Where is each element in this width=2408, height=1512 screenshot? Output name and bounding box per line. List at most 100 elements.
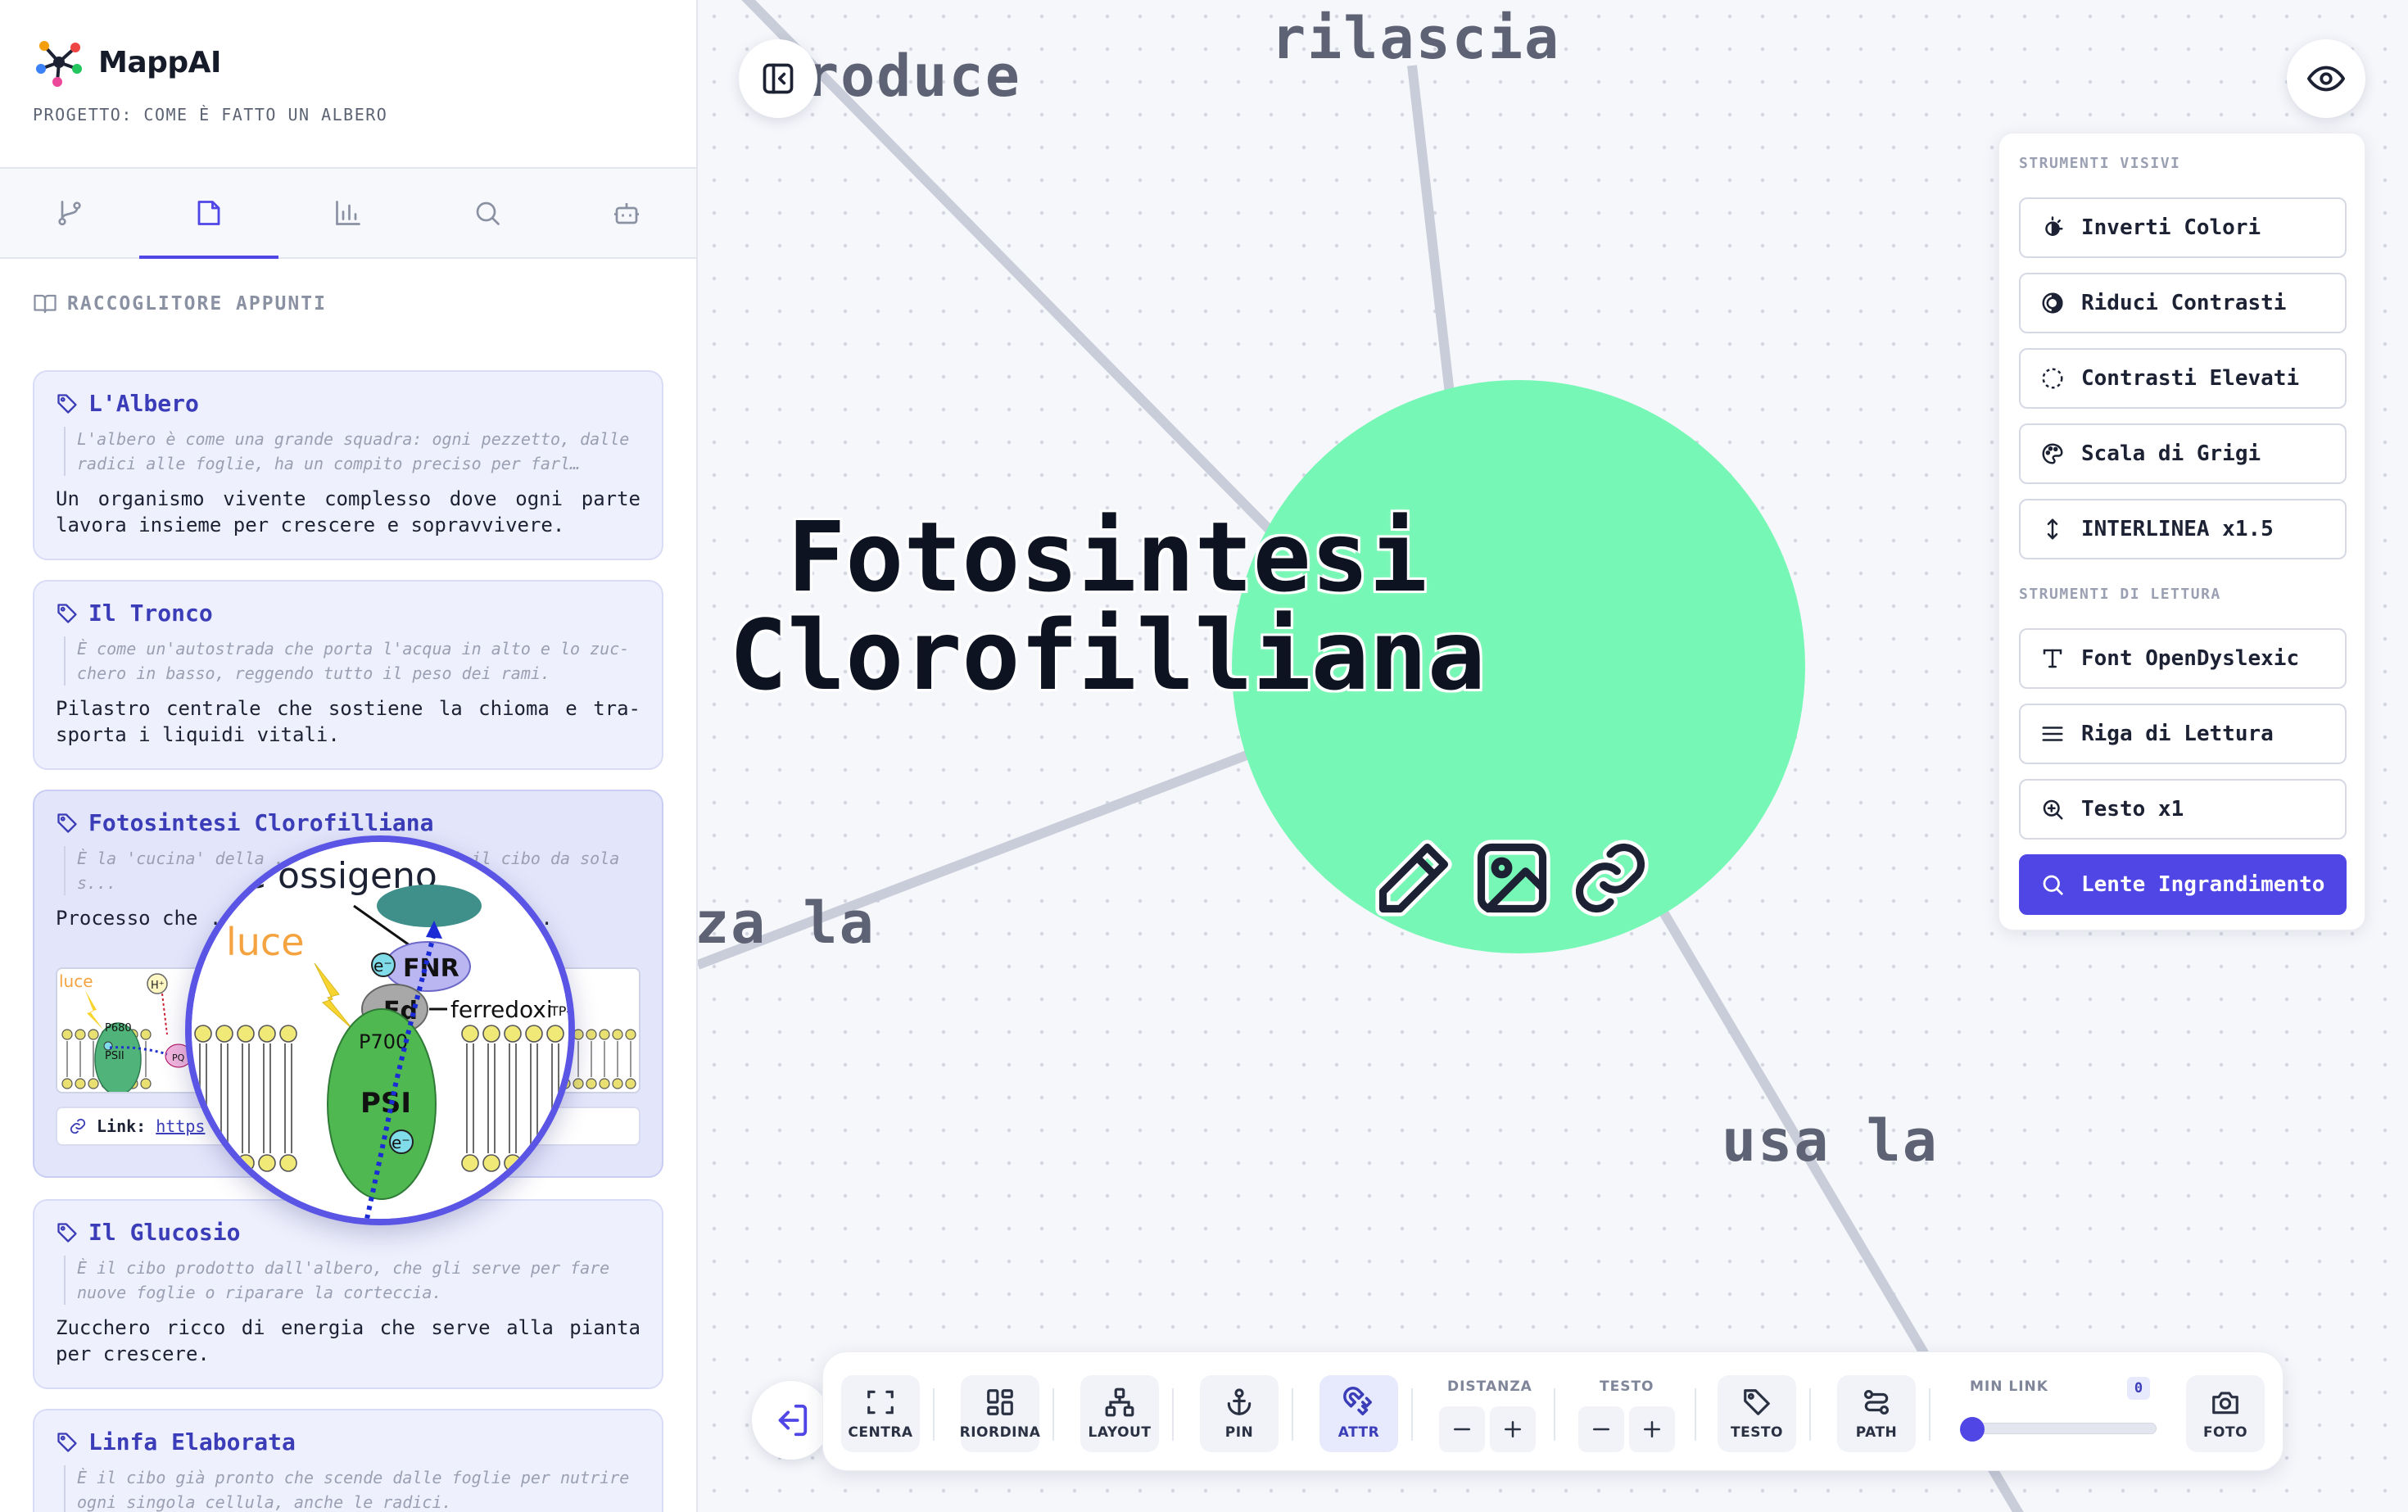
center-button[interactable]: CENTRA bbox=[841, 1375, 920, 1452]
line-height-button[interactable]: INTERLINEA x1.5 bbox=[2019, 499, 2347, 559]
reduce-contrast-button[interactable]: Riduci Contrasti bbox=[2019, 273, 2347, 333]
edge-label[interactable]: roduce bbox=[804, 43, 1021, 110]
text-decrease-button[interactable] bbox=[1578, 1406, 1624, 1452]
reading-tools-heading: STRUMENTI DI LETTURA bbox=[2019, 586, 2221, 603]
sidebar-tabs bbox=[0, 167, 696, 259]
type-icon bbox=[2043, 649, 2062, 668]
toolbar-divider bbox=[1929, 1388, 1930, 1441]
path-button[interactable]: PATH bbox=[1837, 1375, 1916, 1452]
note-card[interactable]: Il Glucosio È il cibo prodotto dall'albe… bbox=[33, 1199, 663, 1389]
grayscale-label: Scala di Grigi bbox=[2081, 441, 2261, 466]
note-quote: È come un'autostrada che porta l'acqua i… bbox=[64, 636, 640, 686]
photo-button[interactable]: FOTO bbox=[2186, 1375, 2265, 1452]
zoom-in-icon bbox=[2043, 799, 2063, 820]
anchor-icon bbox=[1227, 1388, 1252, 1415]
tab-map[interactable] bbox=[0, 169, 139, 257]
path-label: PATH bbox=[1855, 1424, 1898, 1441]
add-image-button[interactable] bbox=[1471, 832, 1553, 924]
magnified-electron-1: e⁻ bbox=[373, 956, 392, 976]
note-title: Linfa Elaborata bbox=[56, 1428, 640, 1455]
dashed-circle-icon bbox=[2042, 368, 2063, 389]
notes-section-label: RACCOGLITORE APPUNTI bbox=[67, 293, 327, 315]
invert-colors-label: Inverti Colori bbox=[2081, 215, 2261, 240]
accessibility-toggle-button[interactable] bbox=[2287, 39, 2365, 118]
light-label: luce bbox=[59, 971, 93, 991]
note-card[interactable]: Il Tronco È come un'autostrada che porta… bbox=[33, 580, 663, 770]
text-labels-button[interactable]: TESTO bbox=[1718, 1375, 1796, 1452]
log-in-icon bbox=[778, 1404, 808, 1437]
note-card[interactable]: L'Albero L'albero è come una grande squa… bbox=[33, 370, 663, 560]
eye-icon bbox=[2307, 66, 2345, 92]
reorder-button[interactable]: RIORDINA bbox=[960, 1375, 1040, 1452]
node-title[interactable]: Fotosintesi Clorofilliana bbox=[616, 508, 1599, 704]
exit-button[interactable] bbox=[752, 1381, 831, 1460]
note-quote: È il cibo già pronto che scende dalle fo… bbox=[64, 1465, 640, 1512]
magnified-light-text: luce bbox=[226, 920, 305, 964]
toolbar-divider bbox=[1292, 1388, 1293, 1441]
reading-line-button[interactable]: Riga di Lettura bbox=[2019, 704, 2347, 764]
magnified-electron-2: e⁻ bbox=[392, 1133, 410, 1152]
dyslexic-font-button[interactable]: Font OpenDyslexic bbox=[2019, 628, 2347, 689]
note-quote: È il cibo prodotto dall'albero, che gli … bbox=[64, 1256, 640, 1305]
text-size-group-label: TESTO bbox=[1600, 1378, 1654, 1395]
add-link-button[interactable] bbox=[1569, 832, 1651, 924]
text-increase-button[interactable] bbox=[1629, 1406, 1675, 1452]
notes-section-title: RACCOGLITORE APPUNTI bbox=[33, 292, 327, 316]
note-body: Pilastro centrale che sostiene la chioma… bbox=[56, 697, 640, 746]
link-url[interactable]: https bbox=[156, 1116, 205, 1136]
grayscale-button[interactable]: Scala di Grigi bbox=[2019, 423, 2347, 484]
tab-notes[interactable] bbox=[139, 169, 278, 259]
min-link-slider-thumb[interactable] bbox=[1960, 1417, 1985, 1442]
toolbar-divider bbox=[1052, 1388, 1054, 1441]
text-labels-label: TESTO bbox=[1730, 1424, 1783, 1441]
edge-label[interactable]: rilascia bbox=[1271, 5, 1560, 72]
pin-label: PIN bbox=[1224, 1424, 1254, 1441]
p680-label: P680 bbox=[105, 1022, 132, 1034]
node-title-line-2: Clorofilliana bbox=[729, 599, 1486, 712]
edit-node-button[interactable] bbox=[1373, 832, 1455, 924]
invert-colors-button[interactable]: Inverti Colori bbox=[2019, 197, 2347, 258]
center-label: CENTRA bbox=[848, 1424, 913, 1441]
text-size-button[interactable]: Testo x1 bbox=[2019, 779, 2347, 840]
magnified-fnr-label: FNR bbox=[403, 954, 459, 983]
high-contrast-label: Contrasti Elevati bbox=[2081, 366, 2300, 391]
text-size-label: Testo x1 bbox=[2081, 797, 2184, 822]
tag-icon bbox=[57, 393, 77, 414]
distance-decrease-button[interactable] bbox=[1439, 1406, 1485, 1452]
image-icon bbox=[1473, 840, 1550, 917]
magnifier-lens[interactable]: e ossigeno luce FNR e⁻ Fd ferredoxi TP-s… bbox=[185, 835, 575, 1225]
tab-search[interactable] bbox=[418, 169, 557, 257]
bottom-toolbar: CENTRA RIORDINA LAYOUT PIN ATTR DISTANZA… bbox=[822, 1351, 2284, 1471]
edge-label[interactable]: za la bbox=[698, 890, 876, 957]
attraction-button[interactable]: ATTR bbox=[1319, 1375, 1398, 1452]
route-icon bbox=[1863, 1389, 1890, 1415]
tab-stats[interactable] bbox=[278, 169, 418, 257]
brand[interactable]: MappAI bbox=[33, 36, 221, 88]
pin-button[interactable]: PIN bbox=[1200, 1375, 1279, 1452]
plus-icon bbox=[1505, 1421, 1521, 1437]
magnified-atp-label: TP-sintetasi bbox=[550, 1003, 568, 1019]
focus-icon bbox=[867, 1390, 894, 1415]
toolbar-divider bbox=[1554, 1388, 1555, 1441]
note-title-text: L'Albero bbox=[88, 390, 199, 417]
distance-increase-button[interactable] bbox=[1490, 1406, 1536, 1452]
collapse-sidebar-button[interactable] bbox=[739, 39, 817, 118]
search-icon bbox=[2043, 875, 2063, 895]
pq-label: PQ bbox=[172, 1053, 185, 1063]
toolbar-divider bbox=[1809, 1388, 1811, 1441]
distance-label: DISTANZA bbox=[1447, 1378, 1532, 1395]
note-card[interactable]: Linfa Elaborata È il cibo già pronto che… bbox=[33, 1409, 663, 1512]
edge-label[interactable]: usa la bbox=[1722, 1107, 1939, 1175]
toolbar-divider bbox=[1695, 1388, 1696, 1441]
lines-icon bbox=[2042, 727, 2063, 741]
search-icon bbox=[476, 201, 500, 225]
layout-button[interactable]: LAYOUT bbox=[1080, 1375, 1159, 1452]
magnifier-button[interactable]: Lente Ingrandimento bbox=[2019, 854, 2347, 915]
proton-label: H⁺ bbox=[151, 980, 165, 992]
high-contrast-button[interactable]: Contrasti Elevati bbox=[2019, 348, 2347, 409]
tab-assistant[interactable] bbox=[557, 169, 696, 257]
pencil-icon bbox=[1375, 840, 1452, 917]
plus-icon bbox=[1644, 1421, 1660, 1437]
photo-label: FOTO bbox=[2202, 1424, 2248, 1441]
min-link-slider[interactable] bbox=[1971, 1423, 2157, 1434]
